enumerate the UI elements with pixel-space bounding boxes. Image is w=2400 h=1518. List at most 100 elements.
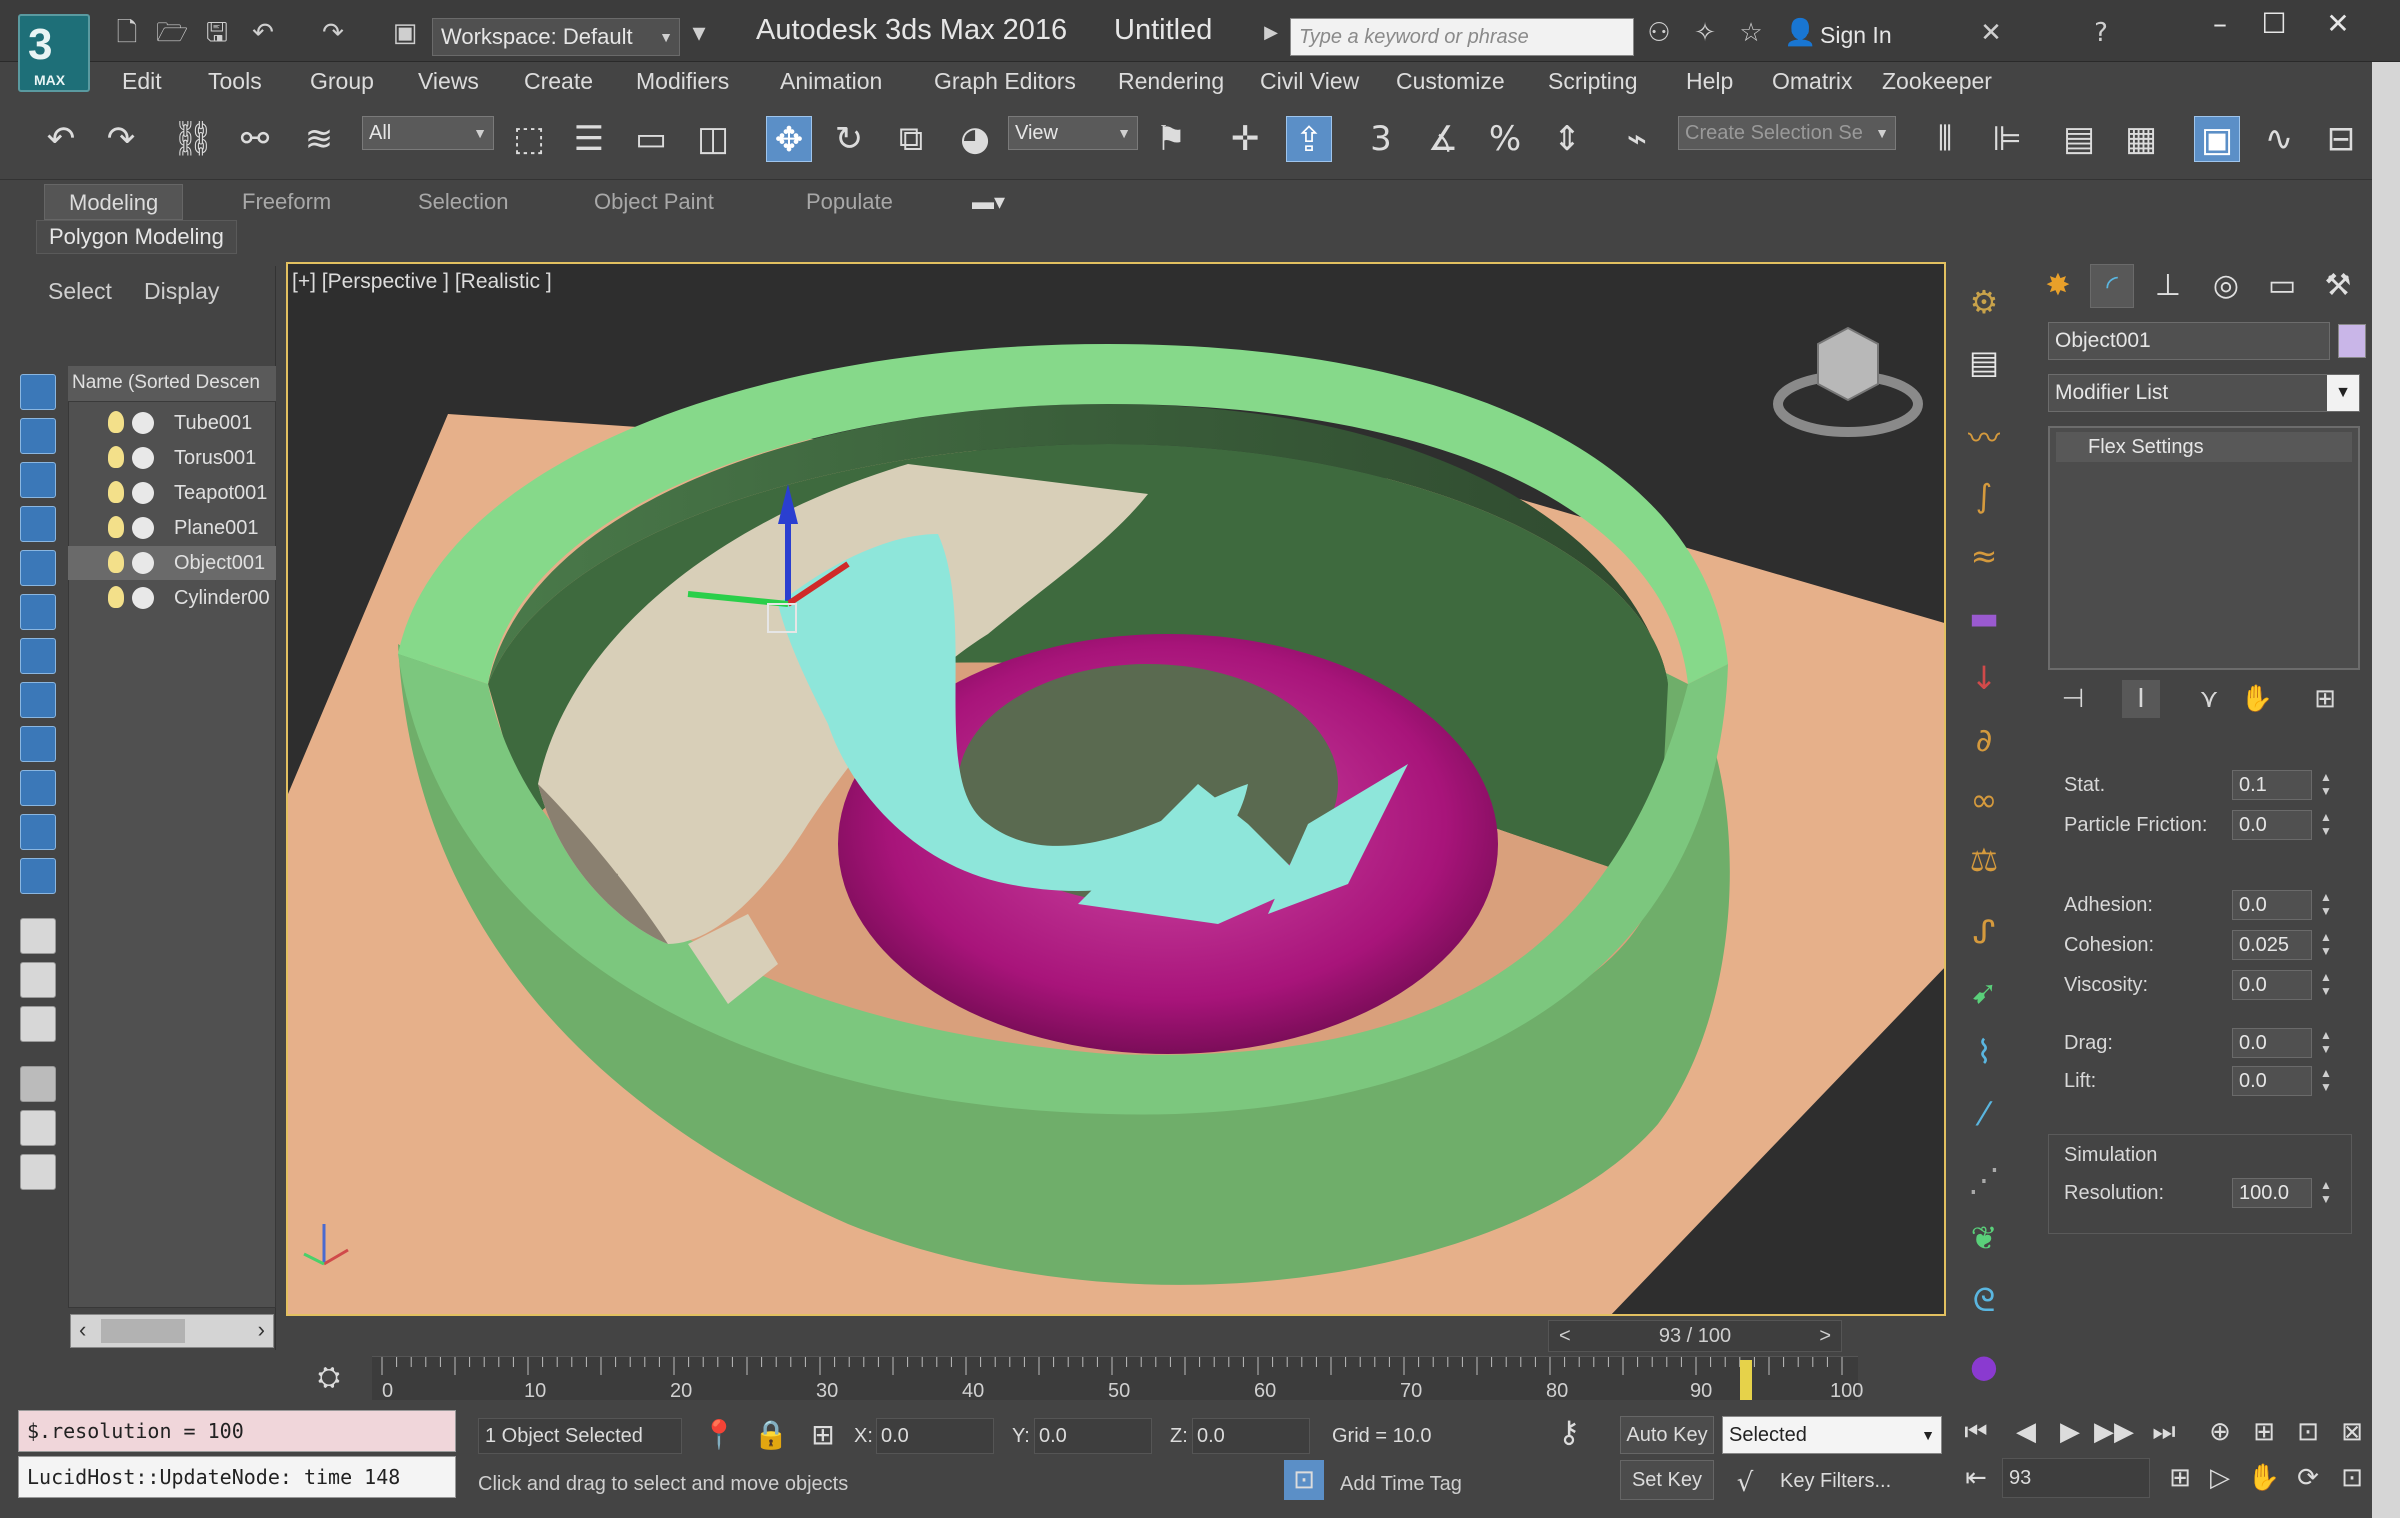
y-coord-input[interactable]: 0.0 (1034, 1418, 1152, 1454)
display-all-children-icon[interactable] (20, 1006, 56, 1042)
render-icon[interactable] (132, 587, 154, 609)
spinner-icon[interactable]: ▲ ▼ (2320, 890, 2336, 918)
ribbon-tab-populate[interactable]: Populate (782, 184, 917, 220)
render-icon[interactable] (132, 552, 154, 574)
binoculars-icon[interactable]: ⚇ (1644, 18, 1674, 48)
list-item[interactable]: Torus001 (68, 441, 276, 475)
display-shapes-icon[interactable] (20, 506, 56, 542)
list-item[interactable]: Tube001 (68, 406, 276, 440)
menu-rendering[interactable]: Rendering (1118, 68, 1224, 95)
bind-spacewarp-icon[interactable]: ≋ (296, 116, 342, 162)
zoom-extents-icon[interactable]: ⊡ (2288, 1412, 2328, 1452)
menu-tools[interactable]: Tools (208, 68, 262, 95)
display-all-icon[interactable] (20, 418, 56, 454)
tendril-icon[interactable]: ᔑ (1962, 910, 2006, 954)
redo-quick-icon[interactable]: ↷ (318, 18, 348, 48)
object-name-field[interactable]: Object001 (2048, 322, 2330, 360)
menu-create[interactable]: Create (524, 68, 593, 95)
next-key-icon[interactable]: ▶▶ (2094, 1412, 2134, 1452)
menu-animation[interactable]: Animation (780, 68, 882, 95)
add-time-tag[interactable]: Add Time Tag (1340, 1468, 1462, 1500)
move-icon[interactable]: ✥ (766, 116, 812, 162)
named-selection-dropdown[interactable]: Create Selection Se ▼ (1678, 116, 1896, 150)
perspective-viewport[interactable] (286, 262, 1946, 1316)
motion-tab-icon[interactable]: ◎ (2204, 264, 2248, 308)
time-tag-icon[interactable]: ⊡ (1284, 1460, 1324, 1500)
hierarchy-tab-icon[interactable]: ⊥ (2146, 264, 2190, 308)
maxscript-listener-input[interactable]: $.resolution = 100 (18, 1410, 456, 1452)
reference-coord-dropdown[interactable]: View ▼ (1008, 116, 1138, 150)
table-icon[interactable]: ▤ (1962, 340, 2006, 384)
project-folder-icon[interactable]: ▣ (390, 18, 420, 48)
current-frame-input[interactable]: 93 (2002, 1458, 2150, 1498)
communication-icon[interactable]: ✧ (1690, 18, 1720, 48)
ruler-icon[interactable]: ▬ (1962, 596, 2006, 640)
filter-icon[interactable] (20, 1066, 56, 1102)
key-icon[interactable]: ⚷ (1546, 1410, 1592, 1456)
lightbulb-icon[interactable] (108, 516, 124, 538)
orbit-icon[interactable]: ⟳ (2288, 1458, 2328, 1498)
favorites-star-icon[interactable]: ☆ (1736, 18, 1766, 48)
key-filters-button[interactable]: Key Filters... (1780, 1464, 1891, 1498)
lightbulb-icon[interactable] (108, 411, 124, 433)
schematic-view-icon[interactable]: ⊟ (2318, 116, 2364, 162)
set-key-button[interactable]: Set Key (1620, 1460, 1714, 1500)
wave-plane-icon[interactable]: ⌇ (1962, 1030, 2006, 1074)
display-cameras-icon[interactable] (20, 594, 56, 630)
menu-group[interactable]: Group (310, 68, 374, 95)
select-by-name-icon[interactable]: ☰ (566, 116, 612, 162)
scale-icon[interactable]: ⧉ (888, 116, 934, 162)
rope-icon[interactable]: 〰 (1962, 416, 2006, 460)
curve-key-icon[interactable]: √ (1722, 1460, 1768, 1506)
explorer-tab-display[interactable]: Display (144, 278, 219, 305)
layer-icon[interactable] (20, 1154, 56, 1190)
hose-icon[interactable]: ∫ (1962, 474, 2006, 518)
lightbulb-icon[interactable] (108, 551, 124, 573)
display-groups-icon[interactable] (20, 726, 56, 762)
balance-icon[interactable]: ⚖ (1962, 838, 2006, 882)
explorer-horizontal-scrollbar[interactable]: ‹ › (70, 1314, 274, 1348)
key-mode-toggle-icon[interactable]: ⇤ (1956, 1458, 1996, 1498)
search-input[interactable]: Type a keyword or phrase (1290, 18, 1634, 56)
spinner-icon[interactable]: ▲ ▼ (2320, 930, 2336, 958)
curve-editor-icon[interactable]: ∿ (2256, 116, 2302, 162)
curve-icon[interactable]: ∂ (1962, 718, 2006, 762)
time-slider[interactable]: < 93 / 100 > (1548, 1320, 1842, 1352)
zoom-icon[interactable]: ⊕ (2200, 1412, 2240, 1452)
resolution-input[interactable]: 100.0 (2232, 1178, 2312, 1208)
ribbon-options-icon[interactable]: ▬▾ (948, 184, 1029, 220)
spinner-icon[interactable]: ▲ ▼ (2320, 970, 2336, 998)
x-coord-input[interactable]: 0.0 (876, 1418, 994, 1454)
mirror-icon[interactable]: ⫴ (1922, 116, 1968, 162)
sign-in-link[interactable]: Sign In (1820, 22, 1892, 49)
menu-zookeeper[interactable]: Zookeeper (1882, 68, 1992, 95)
unlink-icon[interactable]: ⚯ (232, 116, 278, 162)
angle-snap-icon[interactable]: ∡ (1420, 116, 1466, 162)
show-end-result-icon[interactable]: Ⅰ (2122, 680, 2160, 718)
render-icon[interactable] (132, 482, 154, 504)
go-to-end-icon[interactable]: ⏭ (2144, 1412, 2184, 1452)
undo-icon[interactable]: ↶ (38, 116, 84, 162)
menu-civil-view[interactable]: Civil View (1260, 68, 1359, 95)
scroll-right-icon[interactable]: › (258, 1317, 265, 1343)
lightbulb-icon[interactable] (108, 446, 124, 468)
param-cohesion-input[interactable]: 0.025 (2232, 930, 2312, 960)
field-of-view-icon[interactable]: ▷ (2200, 1458, 2240, 1498)
display-none-icon[interactable] (20, 374, 56, 410)
workspace-dropdown[interactable]: Workspace: Default ▼ (432, 18, 680, 56)
lightbulb-icon[interactable] (108, 586, 124, 608)
spinner-icon[interactable]: ▲ ▼ (2320, 770, 2336, 798)
z-coord-input[interactable]: 0.0 (1192, 1418, 1310, 1454)
make-unique-icon[interactable]: ⋎ (2190, 680, 2228, 718)
menu-omatrix[interactable]: Omatrix (1772, 68, 1853, 95)
selection-filter-dropdown[interactable]: All ▼ (362, 116, 494, 150)
list-item[interactable]: Object001 (68, 546, 276, 580)
display-geometry-icon[interactable] (20, 462, 56, 498)
scrollbar-thumb[interactable] (101, 1319, 185, 1343)
find-icon[interactable] (20, 1110, 56, 1146)
scroll-left-icon[interactable]: ‹ (79, 1317, 86, 1343)
menu-modifiers[interactable]: Modifiers (636, 68, 729, 95)
menu-edit[interactable]: Edit (122, 68, 162, 95)
pivot-center-icon[interactable]: ⚑ (1148, 116, 1194, 162)
creature-icon[interactable]: ❦ (1962, 1216, 2006, 1260)
